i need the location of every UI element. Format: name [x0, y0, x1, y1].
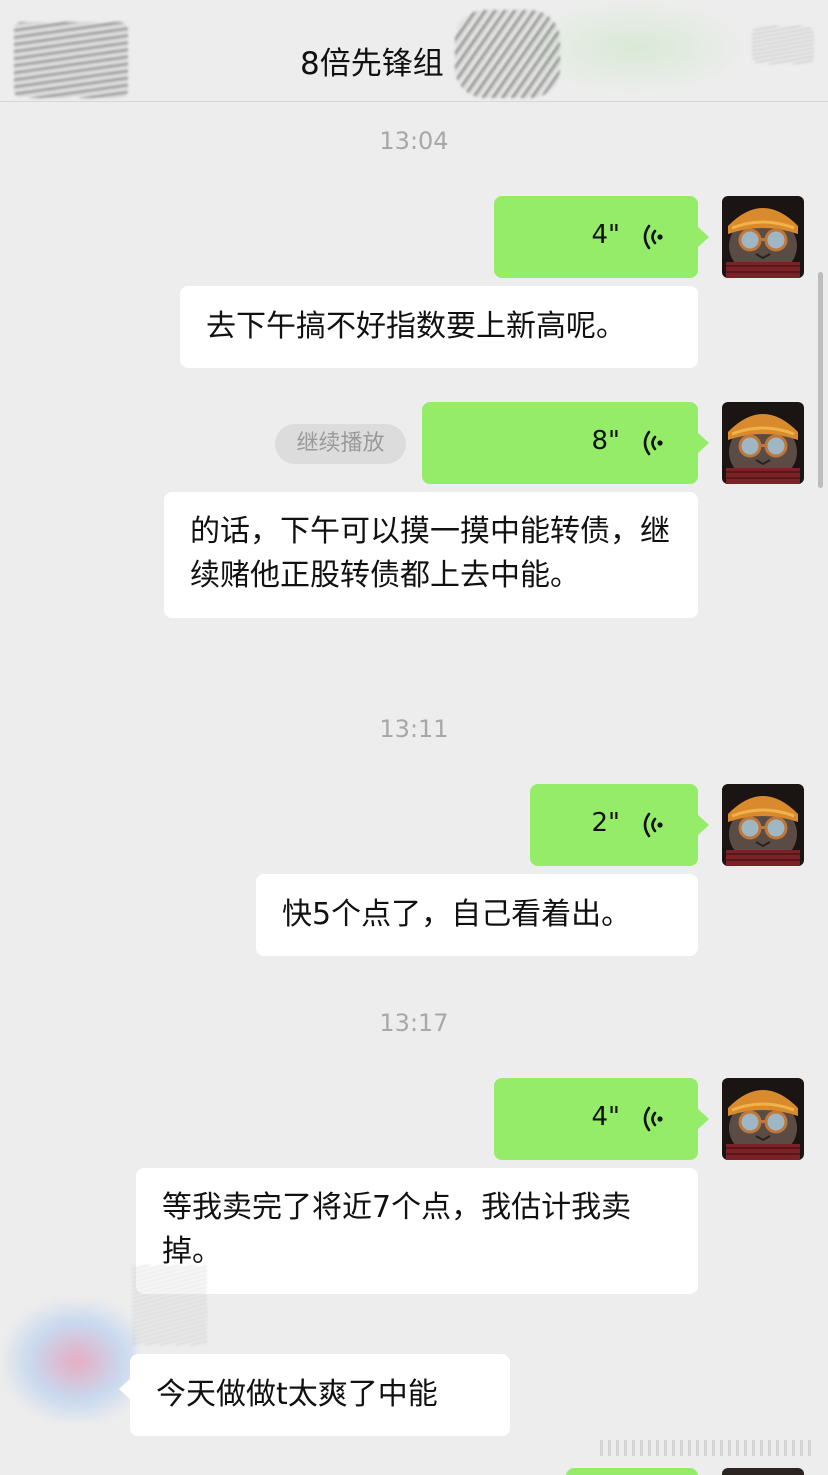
redacted-sender-avatar[interactable] [4, 1300, 136, 1422]
avatar-partial[interactable] [722, 1468, 804, 1475]
continue-playback-button[interactable]: 继续播放 [275, 424, 406, 464]
timestamp: 13:11 [379, 715, 449, 743]
timestamp: 13:04 [379, 127, 449, 155]
voice-transcript: 去下午搞不好指数要上新高呢。 [180, 286, 698, 368]
incoming-message[interactable]: 今天做做t太爽了中能 [119, 1354, 510, 1436]
cat-avatar-icon[interactable] [722, 196, 804, 278]
redacted-area [600, 1440, 815, 1456]
voice-transcript: 快5个点了，自己看着出。 [256, 874, 698, 956]
voice-transcript: 的话，下午可以摸一摸中能转债，继续赌他正股转债都上去中能。 [164, 492, 698, 618]
voice-duration: 2" [591, 808, 620, 838]
redacted-sender-name [132, 1265, 207, 1345]
voice-message[interactable]: 2" [530, 784, 709, 866]
cat-avatar-icon[interactable] [722, 1078, 804, 1160]
voice-wave-icon [636, 810, 666, 840]
voice-duration: 4" [591, 220, 620, 250]
redacted-back-button[interactable] [14, 22, 128, 98]
voice-message-partial[interactable] [566, 1468, 698, 1475]
chat-header: 8倍先锋组 [0, 0, 828, 102]
voice-duration: 4" [591, 1102, 620, 1132]
cat-avatar-icon[interactable] [722, 784, 804, 866]
voice-duration: 8" [591, 426, 620, 456]
voice-wave-icon [636, 222, 666, 252]
voice-wave-icon [636, 428, 666, 458]
cat-avatar-icon[interactable] [722, 402, 804, 484]
voice-message[interactable]: 8" [422, 402, 709, 484]
chat-title: 8倍先锋组 [300, 46, 444, 82]
timestamp: 13:17 [379, 1009, 449, 1037]
scrollbar[interactable] [818, 272, 823, 488]
voice-wave-icon [636, 1104, 666, 1134]
voice-transcript: 等我卖完了将近7个点，我估计我卖掉。 [136, 1168, 698, 1294]
voice-message[interactable]: 4" [494, 1078, 709, 1160]
redacted-title-area [455, 10, 560, 98]
voice-message[interactable]: 4" [494, 196, 709, 278]
redacted-more-button[interactable] [752, 26, 814, 64]
